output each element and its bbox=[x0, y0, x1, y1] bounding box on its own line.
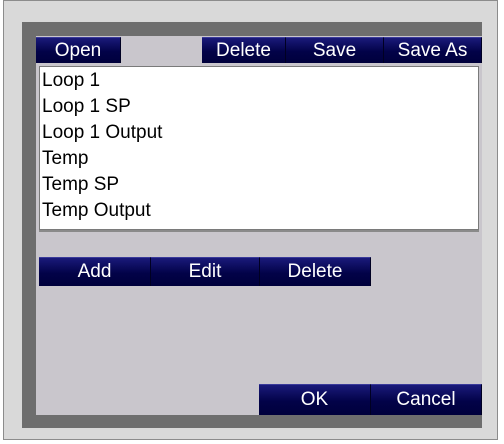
edit-button[interactable]: Edit bbox=[151, 257, 260, 286]
open-button[interactable]: Open bbox=[36, 37, 121, 63]
cancel-button[interactable]: Cancel bbox=[371, 384, 482, 415]
item-list[interactable]: Loop 1 Loop 1 SP Loop 1 Output Temp Temp… bbox=[39, 66, 479, 230]
ok-button[interactable]: OK bbox=[259, 384, 371, 415]
toolbar-empty-slot bbox=[121, 36, 202, 63]
save-as-button[interactable]: Save As bbox=[384, 37, 482, 63]
delete-file-button[interactable]: Delete bbox=[202, 37, 286, 63]
list-divider bbox=[39, 230, 479, 232]
add-button[interactable]: Add bbox=[39, 257, 151, 286]
list-item[interactable]: Temp bbox=[42, 147, 88, 171]
list-item[interactable]: Temp SP bbox=[42, 173, 119, 197]
save-button[interactable]: Save bbox=[286, 37, 384, 63]
list-item[interactable]: Loop 1 SP bbox=[42, 95, 131, 119]
list-item[interactable]: Loop 1 Output bbox=[42, 121, 162, 145]
list-item[interactable]: Loop 1 bbox=[42, 69, 100, 93]
delete-item-button[interactable]: Delete bbox=[260, 257, 371, 286]
list-item[interactable]: Temp Output bbox=[42, 199, 151, 223]
